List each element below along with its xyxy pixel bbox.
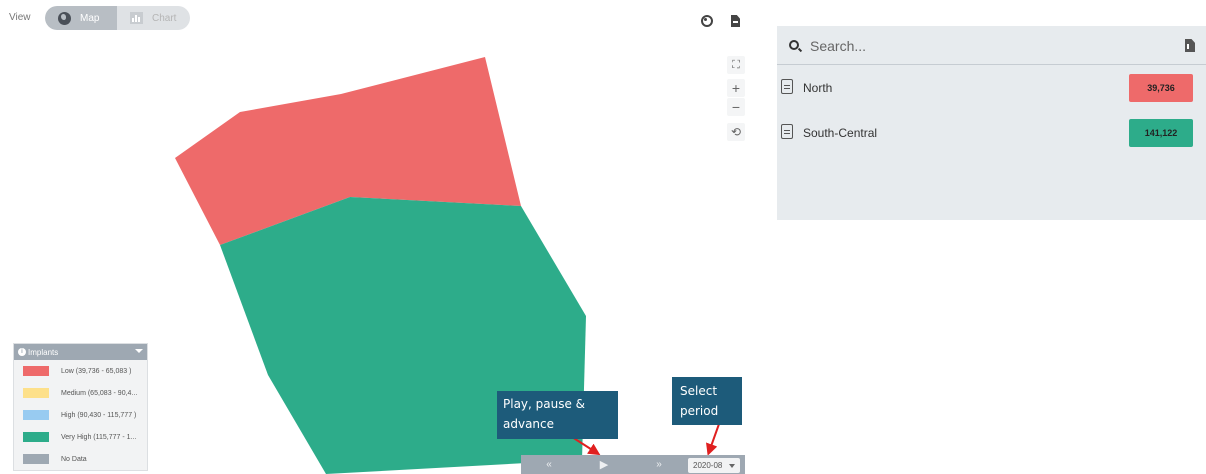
legend-item-label: Medium (65,083 - 90,4...: [61, 389, 138, 397]
chevron-down-icon[interactable]: [135, 349, 143, 353]
map-dashboard: View Map Chart ⛶ + − ⟲ i Implants Low (3…: [0, 0, 1206, 474]
legend-swatch: [23, 388, 49, 398]
fullscreen-icon[interactable]: ⛶: [727, 56, 745, 74]
legend-swatch: [23, 366, 49, 376]
value-badge: 39,736: [1129, 74, 1193, 102]
list-item-label: North: [803, 81, 833, 95]
legend-item-label: Very High (115,777 - 1...: [61, 433, 137, 441]
legend-item[interactable]: Low (39,736 - 65,083 ): [14, 360, 147, 382]
legend-item[interactable]: Very High (115,777 - 1...: [14, 426, 147, 448]
zoom-in-button[interactable]: +: [727, 79, 745, 97]
value-badge: 141,122: [1129, 119, 1193, 147]
export-icon[interactable]: [1185, 39, 1195, 52]
legend-item[interactable]: No Data: [14, 448, 147, 470]
legend-item[interactable]: Medium (65,083 - 90,4...: [14, 382, 147, 404]
legend-item-label: No Data: [61, 455, 87, 463]
info-icon: i: [18, 348, 26, 356]
play-button[interactable]: ▶: [577, 455, 631, 474]
file-icon: [781, 124, 793, 139]
list-item-north[interactable]: North 39,736: [777, 74, 1206, 102]
period-select[interactable]: 2020-08: [688, 458, 740, 473]
chevron-down-icon: [729, 464, 735, 468]
search-icon: [789, 40, 799, 50]
legend-item-label: Low (39,736 - 65,083 ): [61, 367, 132, 375]
legend: i Implants Low (39,736 - 65,083 ) Medium …: [13, 343, 148, 471]
previous-button[interactable]: «: [521, 455, 577, 474]
reset-icon[interactable]: ⟲: [727, 123, 745, 141]
search-input[interactable]: [810, 34, 1160, 58]
period-callout: Select period: [672, 377, 742, 425]
search-bar: [777, 26, 1206, 65]
legend-swatch: [23, 454, 49, 464]
file-icon: [781, 79, 793, 94]
period-callout-line-2: period: [680, 404, 719, 418]
next-button[interactable]: »: [631, 455, 687, 474]
legend-title: Implants: [28, 347, 59, 357]
legend-swatch: [23, 432, 49, 442]
period-value: 2020-08: [693, 461, 723, 470]
region-list-panel: North 39,736 South-Central 141,122: [777, 26, 1206, 220]
list-item-label: South-Central: [803, 126, 878, 140]
play-callout-line-1: Play, pause &: [503, 397, 586, 411]
play-callout-line-2: advance: [503, 417, 555, 431]
period-callout-line-1: Select: [680, 384, 718, 398]
legend-swatch: [23, 410, 49, 420]
play-callout: Play, pause & advance: [497, 391, 618, 439]
legend-header[interactable]: i Implants: [14, 344, 147, 360]
legend-item-label: High (90,430 - 115,777 ): [61, 411, 137, 419]
zoom-out-button[interactable]: −: [727, 98, 745, 116]
list-item-south-central[interactable]: South-Central 141,122: [777, 119, 1206, 147]
legend-item[interactable]: High (90,430 - 115,777 ): [14, 404, 147, 426]
